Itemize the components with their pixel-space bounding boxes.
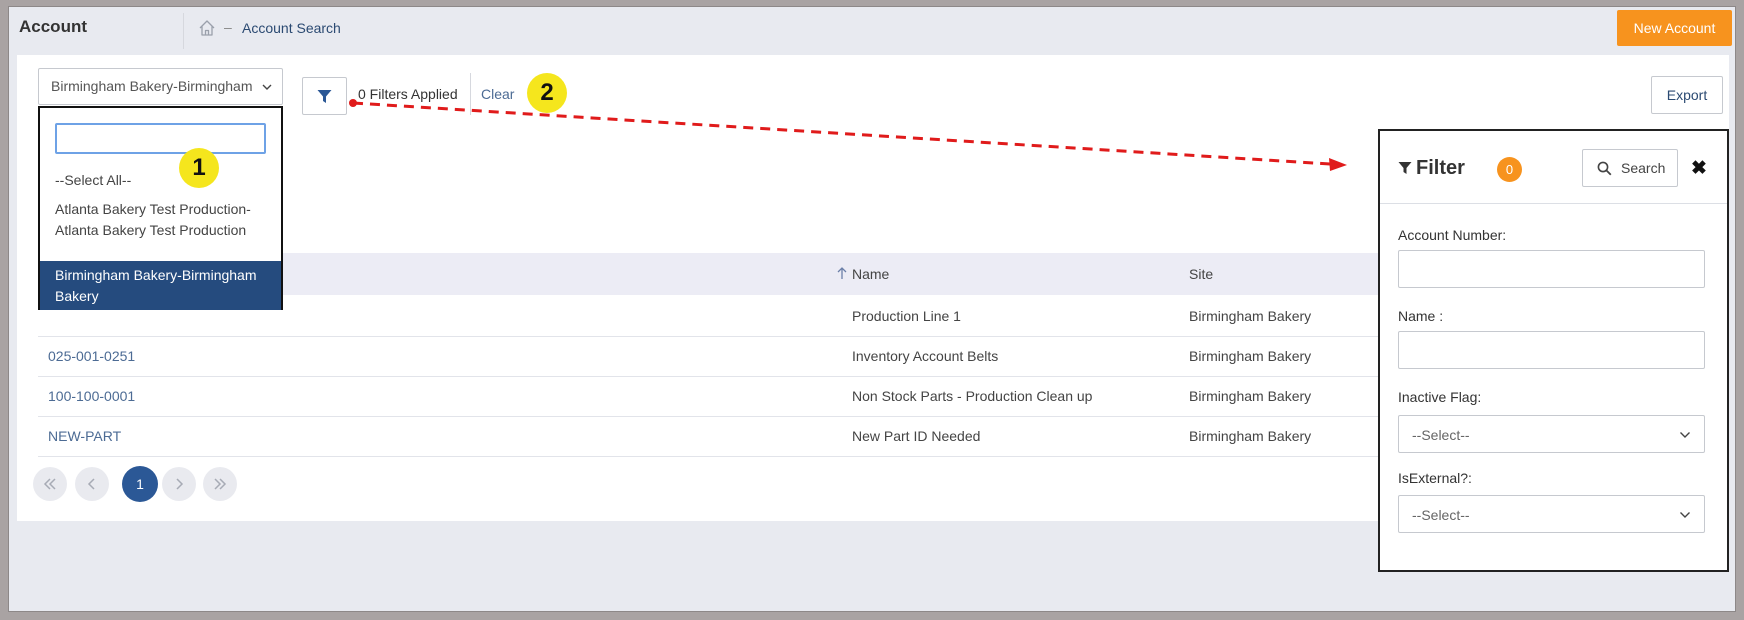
first-page-button[interactable] [33, 467, 67, 501]
chevron-down-icon [1680, 432, 1690, 438]
account-name: Production Line 1 [852, 308, 961, 324]
breadcrumb-separator: – [224, 19, 232, 35]
funnel-icon [1398, 162, 1412, 174]
funnel-icon [317, 90, 332, 103]
account-name: Inventory Account Belts [852, 348, 999, 364]
app-frame: Account – Account Search New Account Bir… [8, 6, 1736, 612]
clear-filters-link[interactable]: Clear [481, 86, 514, 102]
account-name: Non Stock Parts - Production Clean up [852, 388, 1093, 404]
chevron-down-icon [1680, 512, 1690, 518]
filter-toggle-button[interactable] [302, 77, 347, 115]
account-site: Birmingham Bakery [1189, 388, 1312, 404]
chevron-down-icon [262, 84, 272, 90]
filters-divider [470, 73, 471, 115]
is-external-select[interactable]: --Select-- [1398, 495, 1705, 533]
close-icon[interactable]: ✖ [1691, 157, 1707, 180]
filter-panel-header: Filter 0 Search ✖ [1380, 131, 1727, 204]
name-field[interactable] [1398, 331, 1705, 369]
search-icon [1597, 161, 1612, 176]
column-header-site[interactable]: Site [1189, 266, 1213, 282]
filter-search-label: Search [1621, 160, 1666, 176]
site-dropdown-search-input[interactable] [55, 123, 266, 154]
site-select-value: Birmingham Bakery-Birmingham Bakery [51, 78, 256, 94]
table-row[interactable]: 025-001-0251 Inventory Account Belts Bir… [38, 336, 1378, 377]
site-dropdown-panel: --Select All-- Atlanta Bakery Test Produ… [38, 106, 283, 310]
top-bar: Account – Account Search New Account [9, 7, 1735, 53]
is-external-label: IsExternal?: [1398, 470, 1472, 486]
is-external-value: --Select-- [1412, 507, 1470, 523]
inactive-flag-select[interactable]: --Select-- [1398, 415, 1705, 453]
filter-panel-title: Filter [1416, 157, 1465, 179]
site-select[interactable]: Birmingham Bakery-Birmingham Bakery [38, 68, 283, 105]
account-number-field[interactable] [1398, 250, 1705, 288]
last-page-button[interactable] [203, 467, 237, 501]
export-button[interactable]: Export [1651, 76, 1723, 114]
chevron-right-icon [176, 478, 184, 490]
table-row[interactable]: NEW-PART New Part ID Needed Birmingham B… [38, 416, 1378, 457]
name-label: Name : [1398, 308, 1444, 324]
dropdown-option-select-all[interactable]: --Select All-- [55, 170, 270, 191]
topbar-divider [183, 13, 184, 49]
filter-count-badge: 0 [1497, 157, 1522, 182]
account-name: New Part ID Needed [852, 428, 981, 444]
filter-panel: Filter 0 Search ✖ Account Number: Name :… [1378, 129, 1729, 572]
inactive-flag-label: Inactive Flag: [1398, 389, 1482, 405]
double-chevron-left-icon [43, 478, 56, 490]
account-site: Birmingham Bakery [1189, 348, 1312, 364]
annotation-marker-1: 1 [179, 148, 219, 188]
current-page-button[interactable]: 1 [122, 466, 158, 502]
page-title: Account [19, 17, 87, 36]
annotation-marker-2: 2 [527, 73, 567, 113]
account-link[interactable]: 100-100-0001 [48, 388, 135, 404]
double-chevron-right-icon [214, 478, 227, 490]
sort-ascending-icon[interactable] [836, 266, 848, 280]
filters-applied-text: 0 Filters Applied [358, 86, 458, 102]
chevron-left-icon [87, 478, 95, 490]
next-page-button[interactable] [162, 467, 196, 501]
dropdown-option-birmingham-selected[interactable]: Birmingham Bakery-Birmingham Bakery [40, 261, 281, 310]
home-icon[interactable] [198, 19, 216, 37]
inactive-flag-value: --Select-- [1412, 427, 1470, 443]
account-link[interactable]: NEW-PART [48, 428, 121, 444]
account-site: Birmingham Bakery [1189, 308, 1312, 324]
filter-search-button[interactable]: Search [1582, 149, 1678, 187]
table-row[interactable]: 100-100-0001 Non Stock Parts - Productio… [38, 376, 1378, 417]
account-link[interactable]: 025-001-0251 [48, 348, 135, 364]
account-number-label: Account Number: [1398, 227, 1507, 243]
column-header-name[interactable]: Name [852, 266, 889, 282]
breadcrumb-current: Account Search [242, 20, 341, 36]
new-account-button[interactable]: New Account [1617, 10, 1732, 46]
previous-page-button[interactable] [75, 467, 109, 501]
account-site: Birmingham Bakery [1189, 428, 1312, 444]
dropdown-option-atlanta[interactable]: Atlanta Bakery Test Production-Atlanta B… [55, 199, 270, 241]
